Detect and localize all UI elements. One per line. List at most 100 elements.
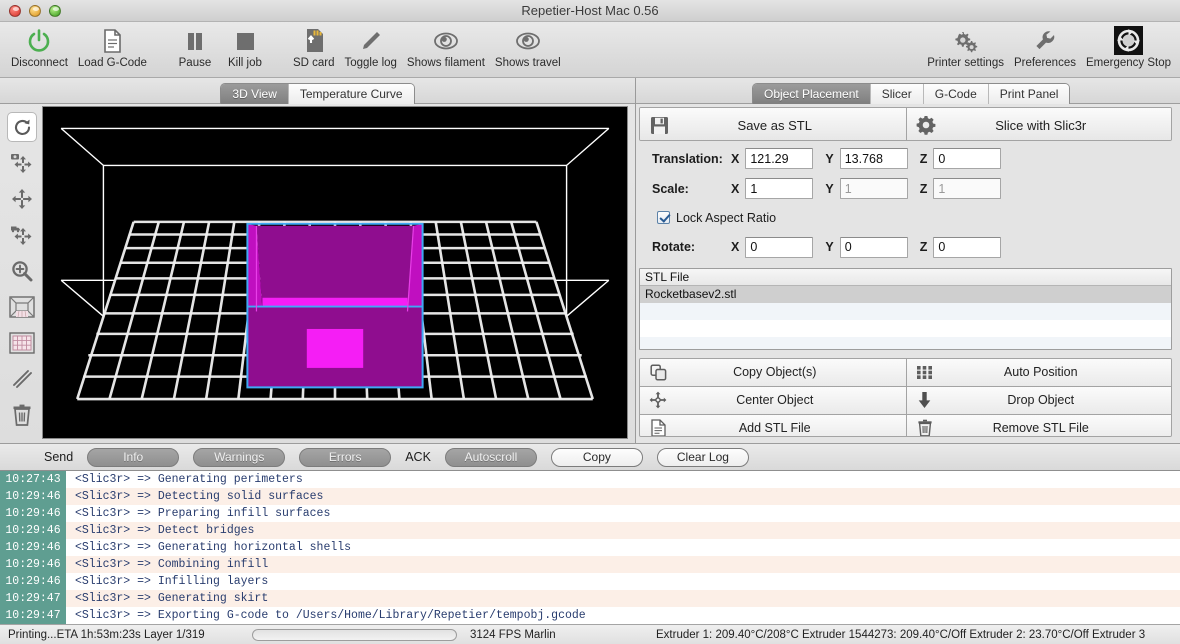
viewport-area xyxy=(0,104,635,443)
translation-label: Translation: xyxy=(652,151,723,166)
center-object-button[interactable]: Center Object xyxy=(640,386,906,414)
toolbar-button-disconnect[interactable]: Disconnect xyxy=(6,25,73,69)
log-timestamp: 10:29:46 xyxy=(0,539,66,556)
stl-list-item[interactable] xyxy=(640,320,1171,337)
auto-position-button[interactable]: Auto Position xyxy=(905,358,1171,386)
toolbar-button-shows-filament[interactable]: Shows filament xyxy=(402,25,490,69)
tab-object-placement[interactable]: Object Placement xyxy=(753,84,871,104)
log-row: 10:29:47 <Slic3r> => Exporting G-code to… xyxy=(0,607,1180,624)
minimize-button[interactable] xyxy=(29,4,41,17)
log-row: 10:29:46 <Slic3r> => Generating horizont… xyxy=(0,539,1180,556)
ack-label[interactable]: ACK xyxy=(405,450,431,464)
tab-temperature-curve[interactable]: Temperature Curve xyxy=(288,84,414,104)
translation-y-input[interactable] xyxy=(839,148,908,170)
maximize-button[interactable] xyxy=(49,4,61,17)
object-action-buttons: Copy Object(s) Auto Position Center Obje… xyxy=(639,357,1172,437)
move-object-tool[interactable] xyxy=(7,184,37,214)
add-stl-file-button[interactable]: Add STL File xyxy=(640,414,906,436)
reset-view-tool[interactable] xyxy=(7,112,37,142)
log-filter-info[interactable]: Info xyxy=(87,447,180,467)
lock-aspect-ratio-checkbox[interactable] xyxy=(657,211,670,225)
clear-log-button[interactable]: Clear Log xyxy=(656,447,749,467)
toolbar-label: Shows filament xyxy=(406,57,485,69)
eye-icon xyxy=(513,25,543,56)
log-list[interactable]: 10:27:43 <Slic3r> => Generating perimete… xyxy=(0,471,1180,624)
log-message: <Slic3r> => Combining infill xyxy=(75,558,269,571)
log-timestamp: 10:29:47 xyxy=(0,607,66,624)
perspective-tool[interactable] xyxy=(7,292,37,322)
tab-3d-view[interactable]: 3D View xyxy=(221,84,289,104)
toolbar-button-kill-job[interactable]: Kill job xyxy=(220,25,270,69)
toolbar-button-sd-card[interactable]: SD card xyxy=(288,25,340,69)
delete-tool[interactable] xyxy=(7,400,37,430)
toolbar-label: Preferences xyxy=(1013,57,1076,69)
move-camera-tool[interactable] xyxy=(7,148,37,178)
scale-x-input[interactable] xyxy=(745,178,814,200)
log-row: 10:29:46 <Slic3r> => Combining infill xyxy=(0,556,1180,573)
toolbar-button-pause[interactable]: Pause xyxy=(170,25,220,69)
main-toolbar: Disconnect Load G-Code Pause Kill job SD… xyxy=(0,22,1180,78)
toolbar-button-emergency-stop[interactable]: Emergency Stop xyxy=(1081,25,1176,69)
log-message: <Slic3r> => Preparing infill surfaces xyxy=(75,507,331,520)
auto-position-label: Auto Position xyxy=(1003,365,1078,380)
refresh-icon xyxy=(12,117,33,138)
log-filter-errors[interactable]: Errors xyxy=(299,447,392,467)
hide-travel-tool[interactable] xyxy=(7,364,37,394)
emergency-stop-icon xyxy=(1111,25,1145,56)
log-row: 10:29:47 <Slic3r> => Generating skirt xyxy=(0,590,1180,607)
stl-list-item[interactable] xyxy=(640,337,1171,349)
close-button[interactable] xyxy=(9,4,21,17)
slice-with-slic3r-button[interactable]: Slice with Slic3r xyxy=(905,108,1171,140)
axis-label-x: X xyxy=(731,151,740,166)
stl-list-header: STL File xyxy=(640,269,1171,287)
translation-row: Translation: X Y Z xyxy=(639,147,1172,171)
object-action-row: Copy Object(s) Auto Position xyxy=(640,358,1171,386)
stl-file-list[interactable]: STL File Rocketbasev2.stl xyxy=(639,268,1172,350)
rotate-z-input[interactable] xyxy=(933,236,1002,258)
lines-icon xyxy=(11,368,33,390)
rotate-label: Rotate: xyxy=(652,240,696,255)
grid-dots-icon xyxy=(907,364,943,381)
toolbar-button-shows-travel[interactable]: Shows travel xyxy=(490,25,566,69)
copy-log-button[interactable]: Copy xyxy=(550,447,643,467)
magnifier-plus-icon xyxy=(11,260,33,282)
copy-objects-button[interactable]: Copy Object(s) xyxy=(640,358,906,386)
power-icon xyxy=(26,25,52,56)
translation-z-input[interactable] xyxy=(933,148,1002,170)
trash-icon xyxy=(907,419,943,436)
drop-object-button[interactable]: Drop Object xyxy=(905,386,1171,414)
axis-label-z: Z xyxy=(919,240,928,255)
translation-x-input[interactable] xyxy=(745,148,814,170)
tab-print-panel[interactable]: Print Panel xyxy=(988,84,1070,104)
rotate-x-input[interactable] xyxy=(745,236,814,258)
log-timestamp: 10:29:46 xyxy=(0,505,66,522)
truck-move-icon xyxy=(10,224,34,246)
log-message: <Slic3r> => Generating skirt xyxy=(75,592,269,605)
tab-gcode[interactable]: G-Code xyxy=(923,84,989,104)
send-label[interactable]: Send xyxy=(44,450,73,464)
top-view-tool[interactable] xyxy=(7,328,37,358)
drop-object-label: Drop Object xyxy=(1007,393,1075,408)
tab-slicer[interactable]: Slicer xyxy=(870,84,924,104)
move-print-tool[interactable] xyxy=(7,220,37,250)
log-row: 10:29:46 <Slic3r> => Preparing infill su… xyxy=(0,505,1180,522)
copy-objects-label: Copy Object(s) xyxy=(733,365,817,380)
remove-stl-file-button[interactable]: Remove STL File xyxy=(905,414,1171,436)
toolbar-label: SD card xyxy=(292,57,335,69)
zoom-tool[interactable] xyxy=(7,256,37,286)
toolbar-button-preferences[interactable]: Preferences xyxy=(1009,25,1081,69)
rotate-y-input[interactable] xyxy=(839,236,908,258)
toolbar-button-toggle-log[interactable]: Toggle log xyxy=(339,25,401,69)
autoscroll-toggle[interactable]: Autoscroll xyxy=(444,447,537,467)
log-row: 10:29:46 <Slic3r> => Detecting solid sur… xyxy=(0,488,1180,505)
stl-list-item[interactable] xyxy=(640,303,1171,321)
toolbar-button-load-gcode[interactable]: Load G-Code xyxy=(73,25,152,69)
stl-list-item[interactable]: Rocketbasev2.stl xyxy=(640,286,1171,304)
log-filter-warnings[interactable]: Warnings xyxy=(193,447,286,467)
log-row: 10:27:43 <Slic3r> => Generating perimete… xyxy=(0,471,1180,488)
save-as-stl-button[interactable]: Save as STL xyxy=(640,108,906,140)
lock-aspect-ratio-row[interactable]: Lock Aspect Ratio xyxy=(639,207,1172,229)
grid-view-icon xyxy=(9,332,35,354)
toolbar-button-printer-settings[interactable]: Printer settings xyxy=(922,25,1009,69)
3d-viewport[interactable] xyxy=(42,106,628,439)
